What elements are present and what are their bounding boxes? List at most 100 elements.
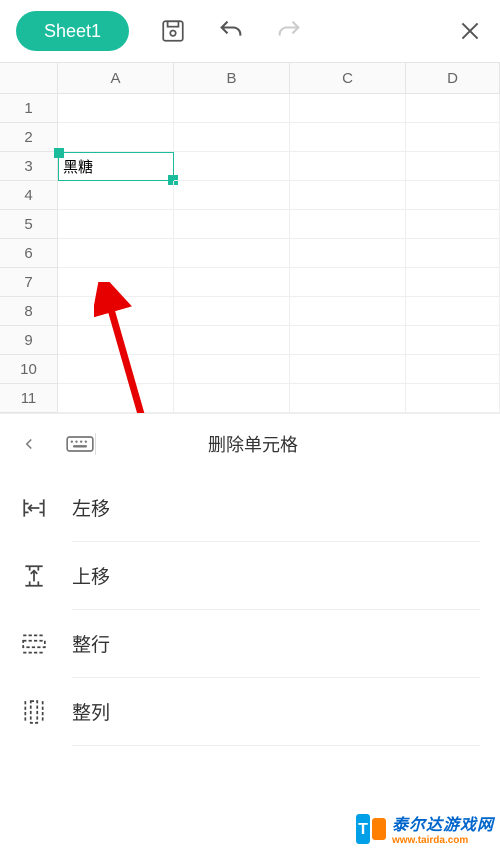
option-shift-up[interactable]: 上移 <box>0 542 500 610</box>
cell[interactable] <box>406 297 500 326</box>
cell[interactable] <box>290 355 406 384</box>
table-row: 3 黑糖 <box>0 152 500 181</box>
option-label: 整列 <box>72 678 480 746</box>
cell[interactable] <box>406 210 500 239</box>
option-label: 上移 <box>72 542 480 610</box>
row-header[interactable]: 2 <box>0 123 58 152</box>
watermark: T 泰尔达游戏网 www.tairda.com <box>354 811 494 846</box>
cell[interactable] <box>290 210 406 239</box>
cell[interactable] <box>406 268 500 297</box>
table-row: 7 <box>0 268 500 297</box>
row-header[interactable]: 8 <box>0 297 58 326</box>
cell[interactable] <box>58 210 174 239</box>
cell[interactable] <box>174 355 290 384</box>
watermark-logo: T <box>354 812 388 846</box>
cell[interactable] <box>290 239 406 268</box>
bottom-panel: 删除单元格 左移 上移 整行 整列 <box>0 413 500 852</box>
table-row: 6 <box>0 239 500 268</box>
cell[interactable] <box>58 239 174 268</box>
row-header[interactable]: 1 <box>0 94 58 123</box>
keyboard-icon[interactable] <box>66 433 96 455</box>
entire-col-icon <box>20 698 48 726</box>
cell[interactable] <box>406 326 500 355</box>
cell[interactable] <box>58 268 174 297</box>
col-header-d[interactable]: D <box>406 63 500 93</box>
shift-up-icon <box>20 562 48 590</box>
cell[interactable] <box>58 384 174 413</box>
shift-left-icon <box>20 494 48 522</box>
table-row: 9 <box>0 326 500 355</box>
cell[interactable] <box>290 94 406 123</box>
cell[interactable] <box>174 94 290 123</box>
cell[interactable] <box>174 326 290 355</box>
cell[interactable] <box>406 384 500 413</box>
cell[interactable] <box>58 181 174 210</box>
cell[interactable] <box>174 123 290 152</box>
close-icon[interactable] <box>456 17 484 45</box>
col-header-b[interactable]: B <box>174 63 290 93</box>
selection-handle-tl[interactable] <box>54 148 64 158</box>
cell[interactable] <box>406 94 500 123</box>
option-entire-col[interactable]: 整列 <box>0 678 500 746</box>
cell-value: 黑糖 <box>63 156 93 177</box>
back-icon[interactable] <box>20 432 48 456</box>
panel-header: 删除单元格 <box>0 414 500 474</box>
row-header[interactable]: 5 <box>0 210 58 239</box>
cell[interactable] <box>290 297 406 326</box>
col-header-a[interactable]: A <box>58 63 174 93</box>
selected-cell[interactable]: 黑糖 <box>58 152 174 181</box>
cell[interactable] <box>174 239 290 268</box>
cell[interactable] <box>406 355 500 384</box>
cell[interactable] <box>406 123 500 152</box>
cell[interactable] <box>406 152 500 181</box>
panel-title: 删除单元格 <box>96 431 480 457</box>
cell[interactable] <box>174 297 290 326</box>
cell[interactable] <box>58 326 174 355</box>
table-row: 5 <box>0 210 500 239</box>
cell[interactable] <box>58 297 174 326</box>
cell[interactable] <box>174 210 290 239</box>
cell[interactable] <box>174 268 290 297</box>
col-header-c[interactable]: C <box>290 63 406 93</box>
row-header[interactable]: 11 <box>0 384 58 413</box>
option-label: 整行 <box>72 610 480 678</box>
cell[interactable] <box>174 384 290 413</box>
option-entire-row[interactable]: 整行 <box>0 610 500 678</box>
undo-icon[interactable] <box>217 17 245 45</box>
cell[interactable] <box>290 123 406 152</box>
cell[interactable] <box>58 94 174 123</box>
top-toolbar: Sheet1 <box>0 0 500 62</box>
table-row: 4 <box>0 181 500 210</box>
cell[interactable] <box>290 181 406 210</box>
cell[interactable] <box>290 152 406 181</box>
cell[interactable] <box>58 123 174 152</box>
option-shift-left[interactable]: 左移 <box>0 474 500 542</box>
redo-icon[interactable] <box>275 17 303 45</box>
spreadsheet-grid: A B C D 1 2 3 黑糖 4 5 6 7 8 9 10 11 <box>0 62 500 413</box>
cell[interactable] <box>174 152 290 181</box>
cell[interactable] <box>174 181 290 210</box>
table-row: 10 <box>0 355 500 384</box>
row-header[interactable]: 7 <box>0 268 58 297</box>
row-header[interactable]: 4 <box>0 181 58 210</box>
watermark-name: 泰尔达游戏网 <box>392 811 494 835</box>
svg-text:T: T <box>358 821 368 838</box>
save-icon[interactable] <box>159 17 187 45</box>
cell[interactable] <box>406 239 500 268</box>
option-label: 左移 <box>72 474 480 542</box>
table-row: 2 <box>0 123 500 152</box>
cell[interactable] <box>290 268 406 297</box>
table-row: 1 <box>0 94 500 123</box>
row-header[interactable]: 9 <box>0 326 58 355</box>
row-header[interactable]: 3 <box>0 152 58 181</box>
corner-cell[interactable] <box>0 63 58 93</box>
row-header[interactable]: 6 <box>0 239 58 268</box>
watermark-url: www.tairda.com <box>392 835 494 846</box>
row-header[interactable]: 10 <box>0 355 58 384</box>
cell[interactable] <box>290 326 406 355</box>
column-headers: A B C D <box>0 62 500 94</box>
cell[interactable] <box>290 384 406 413</box>
sheet-tab[interactable]: Sheet1 <box>16 11 129 51</box>
cell[interactable] <box>58 355 174 384</box>
cell[interactable] <box>406 181 500 210</box>
